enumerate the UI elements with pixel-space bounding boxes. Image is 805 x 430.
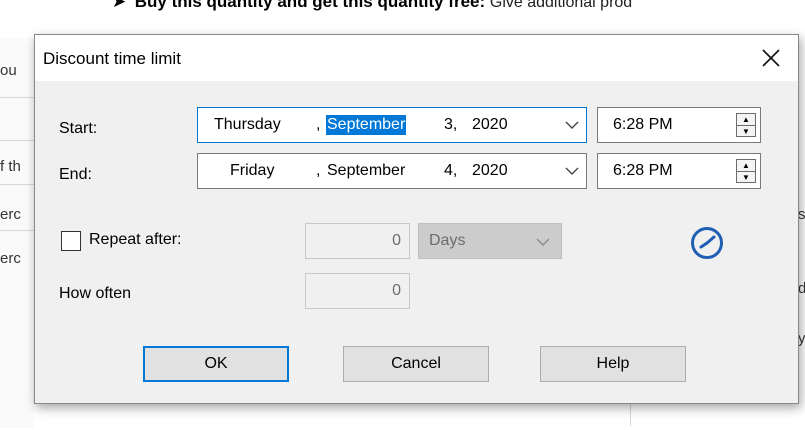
dialog-titlebar[interactable]: Discount time limit	[35, 35, 798, 81]
how-often-value-field[interactable]: 0	[305, 273, 410, 309]
start-time-picker[interactable]: 6:28 PM ▲ ▼	[597, 107, 761, 143]
cancel-button[interactable]: Cancel	[343, 346, 489, 382]
repeat-unit-value: Days	[429, 232, 466, 249]
repeat-after-value: 0	[392, 232, 401, 249]
spin-up-icon[interactable]: ▲	[737, 114, 755, 126]
repeat-after-label[interactable]: Repeat after:	[89, 231, 182, 249]
end-month[interactable]: September	[327, 162, 405, 180]
discount-time-limit-dialog: Discount time limit Start: Thursday , Se…	[34, 34, 799, 404]
start-day[interactable]: 3,	[444, 116, 457, 134]
start-separator: ,	[316, 116, 321, 133]
background-text-fragment: erc	[0, 250, 21, 267]
background-text-fragment: erc	[0, 206, 21, 223]
end-time-picker[interactable]: 6:28 PM ▲ ▼	[597, 153, 761, 189]
end-year[interactable]: 2020	[472, 162, 508, 180]
dialog-title: Discount time limit	[43, 49, 181, 68]
end-weekday[interactable]: Friday	[230, 162, 274, 180]
start-label: Start:	[59, 120, 98, 137]
background-divider	[0, 230, 34, 231]
end-date-picker[interactable]: Friday , September 4, 2020	[197, 153, 587, 189]
repeat-after-checkbox[interactable]	[61, 231, 81, 251]
clock-icon[interactable]	[689, 225, 725, 261]
chevron-down-icon[interactable]	[564, 118, 580, 132]
close-button[interactable]	[744, 35, 798, 81]
close-icon	[762, 49, 780, 67]
repeat-unit-select[interactable]: Days	[418, 223, 562, 259]
spin-up-icon[interactable]: ▲	[737, 160, 755, 172]
background-text-fragment: ou	[0, 62, 17, 79]
how-often-value: 0	[392, 282, 401, 299]
background-divider	[0, 140, 34, 141]
background-text-fragment: s	[798, 206, 805, 223]
end-day[interactable]: 4,	[444, 162, 457, 180]
background-text-fragment: f th	[0, 158, 21, 175]
end-time-value[interactable]: 6:28 PM	[613, 162, 673, 180]
how-often-label: How often	[59, 285, 132, 302]
start-year[interactable]: 2020	[472, 116, 508, 134]
start-time-value[interactable]: 6:28 PM	[613, 116, 673, 134]
background-divider	[0, 97, 34, 98]
start-time-spinner[interactable]: ▲ ▼	[736, 113, 756, 137]
background-heading: ➤ Buy this quantity and get this quantit…	[108, 0, 632, 12]
ok-button[interactable]: OK	[143, 346, 289, 382]
background-divider	[0, 184, 34, 185]
spin-down-icon[interactable]: ▼	[737, 126, 755, 137]
chevron-down-icon[interactable]	[535, 235, 551, 249]
start-month[interactable]: September	[326, 115, 407, 135]
start-weekday[interactable]: Thursday	[214, 116, 281, 134]
repeat-after-value-field[interactable]: 0	[305, 223, 410, 259]
end-label: End:	[59, 166, 92, 183]
start-date-picker[interactable]: Thursday , September 3, 2020	[197, 107, 587, 143]
background-text-fragment: d	[798, 280, 805, 297]
background-text-fragment: y	[798, 330, 805, 347]
end-time-spinner[interactable]: ▲ ▼	[736, 159, 756, 183]
background-heading-description: Give additional prod	[489, 0, 633, 11]
bullet-arrow-icon: ➤	[111, 0, 127, 11]
spin-down-icon[interactable]: ▼	[737, 172, 755, 183]
end-separator: ,	[316, 162, 321, 179]
background-heading-title: Buy this quantity and get this quantity …	[134, 0, 486, 11]
chevron-down-icon[interactable]	[564, 164, 580, 178]
help-button[interactable]: Help	[540, 346, 686, 382]
